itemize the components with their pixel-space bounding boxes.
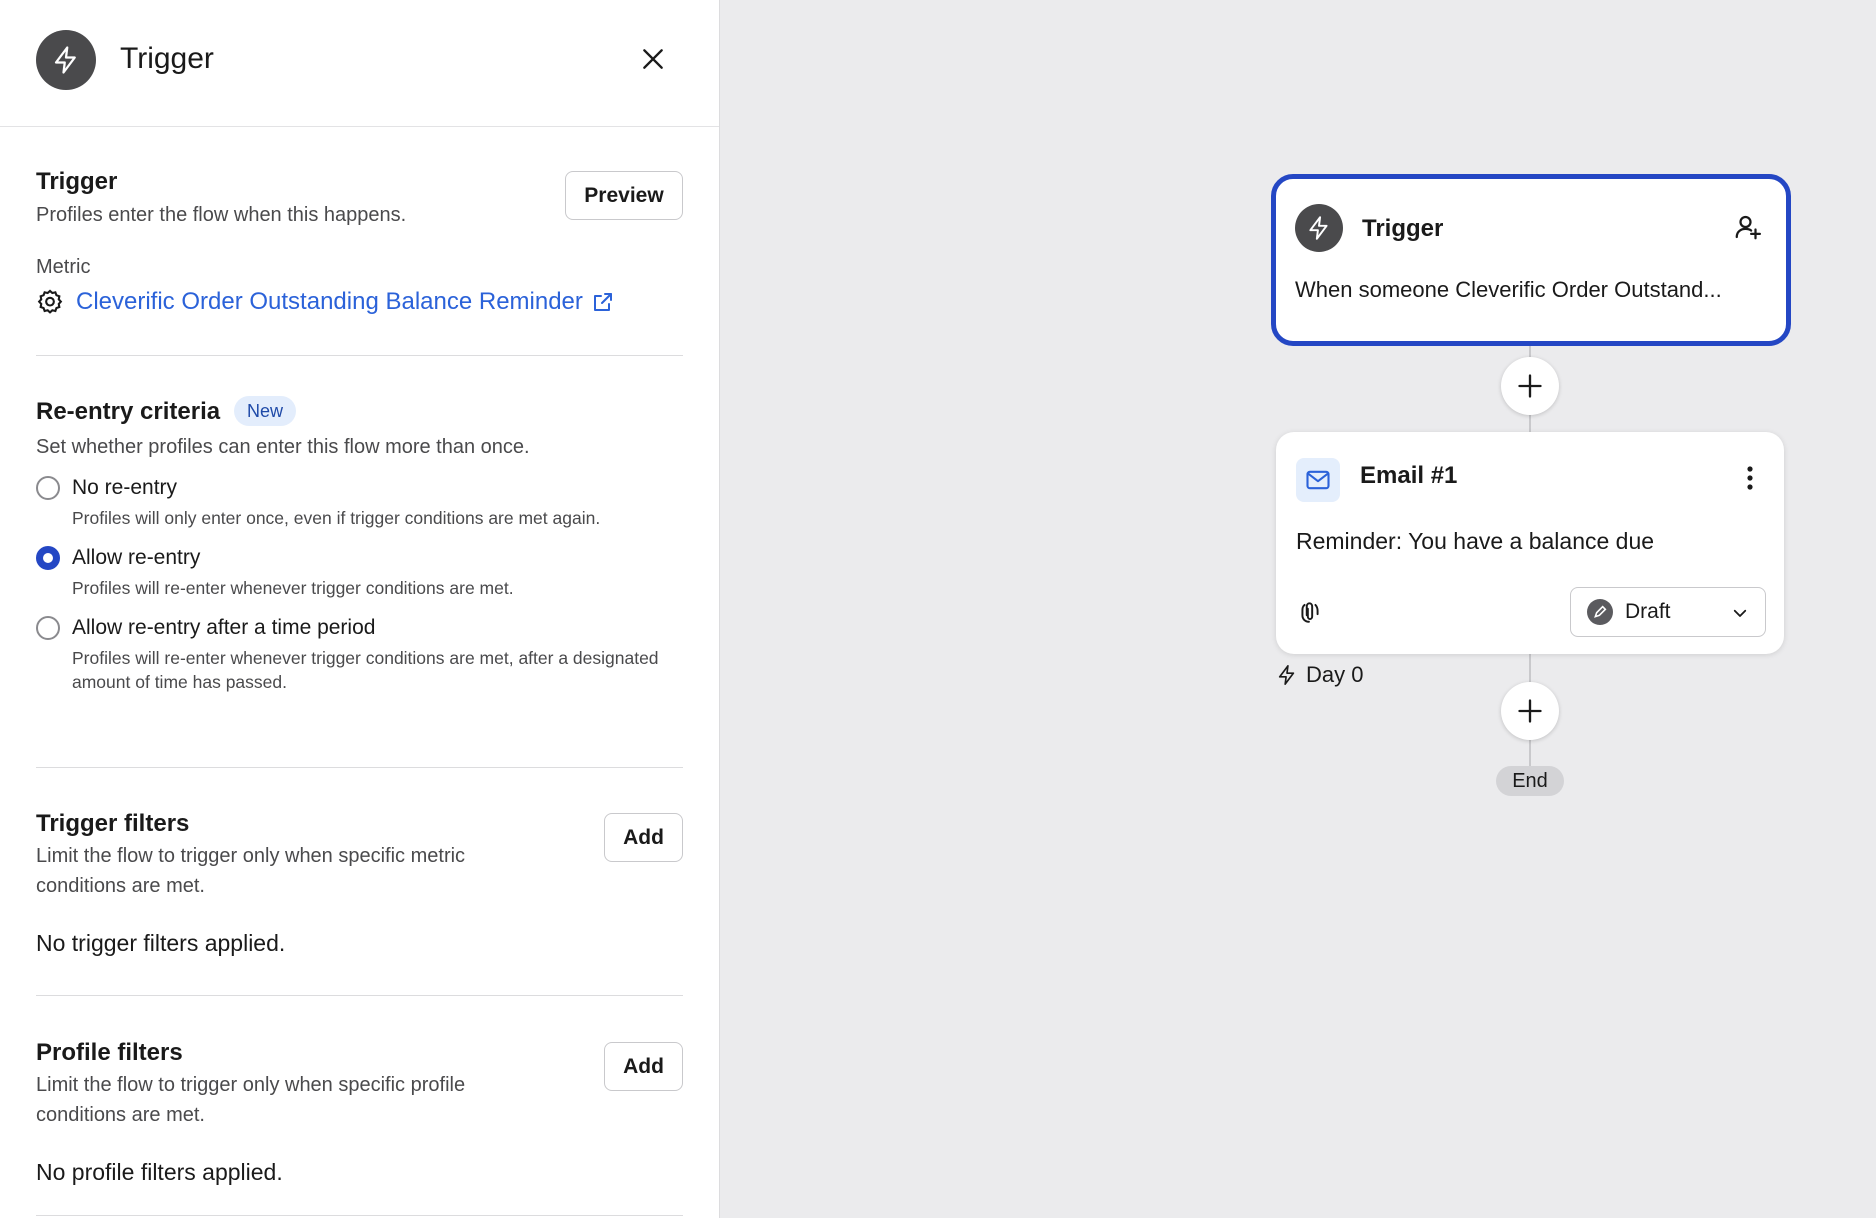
email-node-title: Email #1 (1360, 462, 1458, 489)
radio-button[interactable] (36, 616, 60, 640)
trigger-node-title: Trigger (1362, 215, 1444, 242)
trigger-section-description: Profiles enter the flow when this happen… (36, 204, 407, 226)
new-badge: New (234, 396, 297, 426)
link-icon (1296, 598, 1324, 626)
radio-label: Allow re-entry after a time period (72, 616, 376, 639)
metric-row: Cleverific Order Outstanding Balance Rem… (36, 286, 615, 318)
lightning-icon (36, 30, 96, 90)
trigger-settings-panel: Trigger Trigger Profiles enter the flow … (0, 0, 720, 1218)
status-dropdown[interactable]: Draft (1570, 587, 1766, 637)
radio-button[interactable] (36, 476, 60, 500)
metric-label: Metric (36, 256, 91, 278)
divider (36, 1215, 683, 1216)
status-label: Draft (1625, 600, 1671, 623)
trigger-filters-empty: No trigger filters applied. (36, 930, 286, 956)
radio-reentry-time-period[interactable]: Allow re-entry after a time period (36, 616, 375, 640)
radio-help-text: Profiles will re-enter whenever trigger … (72, 578, 514, 598)
add-person-icon[interactable] (1730, 209, 1766, 245)
email-subject: Reminder: You have a balance due (1296, 528, 1655, 554)
panel-header: Trigger (0, 0, 719, 127)
trigger-filters-description: Limit the flow to trigger only when spec… (36, 845, 466, 897)
lightning-icon (1295, 204, 1343, 252)
radio-help-text: Profiles will re-enter whenever trigger … (72, 648, 659, 692)
divider (36, 767, 683, 768)
radio-help-text: Profiles will only enter once, even if t… (72, 508, 601, 528)
gear-icon (36, 288, 64, 316)
divider (36, 995, 683, 996)
add-step-button[interactable] (1501, 357, 1559, 415)
add-profile-filter-button[interactable]: Add (604, 1042, 683, 1091)
external-link-icon[interactable] (591, 290, 615, 314)
add-trigger-filter-button[interactable]: Add (604, 813, 683, 862)
add-step-button[interactable] (1501, 682, 1559, 740)
trigger-section-title: Trigger (36, 168, 118, 195)
preview-button[interactable]: Preview (565, 171, 683, 220)
reentry-section-title: Re-entry criteria (36, 398, 221, 425)
delay-text: Day 0 (1306, 662, 1364, 687)
kebab-menu-icon[interactable] (1736, 460, 1764, 496)
radio-no-reentry[interactable]: No re-entry (36, 476, 177, 500)
metric-link[interactable]: Cleverific Order Outstanding Balance Rem… (76, 288, 583, 316)
close-icon[interactable] (636, 42, 670, 76)
reentry-section-description: Set whether profiles can enter this flow… (36, 436, 530, 458)
email-node[interactable]: Email #1 Reminder: You have a balance du… (1276, 432, 1784, 654)
radio-button-selected[interactable] (36, 546, 60, 570)
profile-filters-empty: No profile filters applied. (36, 1159, 283, 1185)
radio-label: No re-entry (72, 476, 178, 499)
radio-label: Allow re-entry (72, 546, 201, 569)
mail-icon (1296, 458, 1340, 502)
profile-filters-description: Limit the flow to trigger only when spec… (36, 1074, 466, 1126)
trigger-node-description: When someone Cleverific Order Outstand..… (1295, 277, 1722, 302)
profile-filters-title: Profile filters (36, 1039, 183, 1066)
trigger-node[interactable]: Trigger When someone Cleverific Order Ou… (1271, 174, 1791, 346)
delay-label: Day 0 (1276, 662, 1363, 688)
panel-title: Trigger (120, 42, 214, 75)
end-node: End (1496, 766, 1564, 796)
radio-allow-reentry[interactable]: Allow re-entry (36, 546, 200, 570)
divider (36, 355, 683, 356)
draft-icon (1587, 599, 1613, 625)
chevron-down-icon (1731, 604, 1749, 622)
trigger-filters-title: Trigger filters (36, 810, 190, 837)
lightning-icon (1276, 663, 1298, 687)
